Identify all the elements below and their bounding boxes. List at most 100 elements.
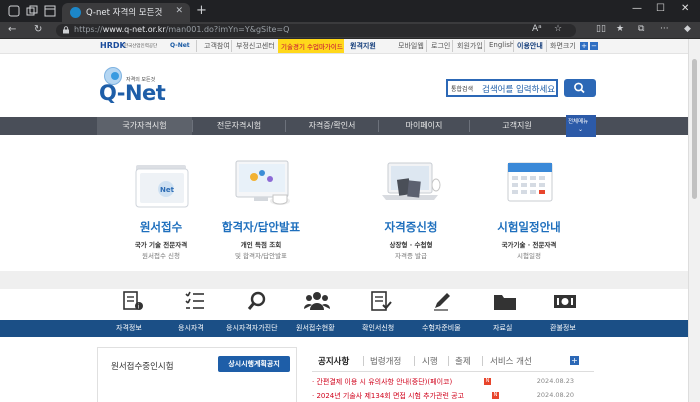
remote-support-link[interactable]: 원격지원 — [350, 41, 376, 51]
favorite-icon[interactable]: ☆ — [554, 24, 562, 34]
service-title: 합격자/답안발표 — [221, 220, 301, 234]
divider — [513, 40, 514, 52]
logo-globe-dot — [111, 72, 119, 80]
quick-menu-bar: 자격정보 응시자격 응시자격자가진단 원서접수현황 확인서신청 수험자준비물 자… — [0, 320, 688, 337]
quick-application-status[interactable]: 원서접수현황 — [296, 323, 335, 333]
customer-link[interactable]: 고객참여 — [204, 41, 230, 51]
divider — [312, 371, 594, 372]
service-desc: 및 합격자/답안발표 — [234, 252, 288, 260]
panel-title: 원서접수중인시험 — [111, 362, 174, 372]
read-aloud-icon[interactable]: Aᵃ — [532, 24, 542, 34]
gnb-certificate[interactable]: 자격증/확인서 — [286, 117, 378, 135]
signup-link[interactable]: 회원가입 — [457, 41, 483, 51]
qnet-favicon-icon — [70, 7, 81, 18]
section-divider — [0, 271, 688, 289]
scrollbar-thumb[interactable] — [692, 59, 697, 199]
browser-tab-bar: Q-net 자격의 모든것 ✕ + — ☐ ✕ — [0, 0, 700, 22]
divider — [482, 356, 483, 366]
notice-item[interactable]: · 간편결제 이용 시 유의사항 안내(중단)(페이코) N 2024.08.2… — [312, 377, 594, 389]
new-badge-icon: N — [484, 378, 491, 385]
notice-title: · 간편결제 이용 시 유의사항 안내(중단)(페이코) — [312, 378, 453, 386]
tab-notices[interactable]: 공지사항 — [318, 355, 349, 367]
tab-qnet[interactable]: Q-net 자격의 모든것 ✕ — [62, 3, 190, 22]
magnifier-icon[interactable] — [242, 289, 272, 313]
highlight-guide-label: 기술경기 수업마가이드 — [281, 43, 343, 51]
divider — [448, 356, 449, 366]
minimize-icon[interactable]: — — [632, 3, 642, 14]
logo-text: Q-Net — [99, 81, 166, 105]
mobile-web-link[interactable]: 모바일웹 — [398, 41, 424, 51]
search-placeholder: 검색어를 입력하세요 — [482, 85, 556, 95]
split-screen-icon[interactable]: ▯▯ — [596, 24, 606, 34]
refresh-icon[interactable]: ↻ — [34, 24, 42, 36]
document-info-icon[interactable]: i — [118, 289, 148, 313]
money-refund-icon[interactable] — [550, 289, 580, 313]
schedule-notice-button[interactable]: 상시시행계획공지 — [218, 356, 290, 372]
back-icon[interactable]: ← — [8, 24, 16, 36]
laptop-certificate-icon — [382, 162, 441, 200]
tab-close-icon[interactable]: ✕ — [175, 6, 183, 16]
report-center-link[interactable]: 부정신고센터 — [236, 41, 275, 51]
tab-actions-icon[interactable] — [44, 5, 56, 17]
service-schedule[interactable]: 시험일정안내 국가기술 · 전문자격 시험일정 — [464, 155, 594, 267]
favorites-list-icon[interactable]: ★ — [616, 24, 624, 34]
pencil-icon[interactable] — [426, 289, 456, 313]
gnb-mypage[interactable]: 마이페이지 — [379, 117, 469, 135]
all-menu-button[interactable]: 전체메뉴 ⌄ — [566, 115, 596, 137]
new-tab-icon[interactable]: + — [196, 4, 207, 17]
quick-archive[interactable]: 자료실 — [493, 323, 512, 333]
address-bar: ← ↻ https://www.q-net.or.kr/man001.do?im… — [0, 22, 700, 39]
url-field[interactable]: https://www.q-net.or.kr/man001.do?imYn=Y… — [56, 24, 576, 37]
notice-panel: 공지사항 법령개정 시행 출제 서비스 개선 + · 간편결제 이용 시 유의사… — [312, 347, 594, 402]
quick-refund[interactable]: 환불정보 — [550, 323, 576, 333]
page-scrollbar[interactable] — [688, 39, 700, 402]
document-check-icon[interactable] — [366, 289, 396, 313]
notice-item[interactable]: · 2024년 기술사 제134회 면접 시험 추가관련 공고 N 2024.0… — [312, 391, 594, 402]
collections-icon[interactable]: ⧉ — [638, 24, 644, 34]
people-group-icon[interactable] — [302, 289, 332, 313]
zoom-out-button[interactable]: − — [590, 42, 598, 50]
qnet-mini-logo[interactable]: Q-Net — [170, 42, 190, 49]
quick-confirmation[interactable]: 확인서신청 — [362, 323, 394, 333]
more-notices-button[interactable]: + — [570, 356, 579, 365]
monitor-results-icon — [235, 160, 290, 205]
service-certificate[interactable]: 자격증신청 상장형 · 수첩형 자격증 발급 — [346, 155, 476, 267]
gnb-support[interactable]: 고객지원 — [470, 117, 564, 135]
utility-bar: HRDK 한국산업인력공단 Q-Net 고객참여 부정신고센터 기술경기 수업마… — [0, 39, 688, 54]
quick-self-diagnosis[interactable]: 응시자격자가진단 — [226, 323, 278, 333]
service-results[interactable]: 합격자/답안발표 개인 득점 조회 및 합격자/답안발표 — [196, 155, 326, 267]
service-desc: 시험일정 — [517, 252, 541, 260]
more-icon[interactable]: ··· — [660, 24, 669, 34]
quick-supplies[interactable]: 수험자준비물 — [422, 323, 461, 333]
tab-service-improvement[interactable]: 서비스 개선 — [490, 355, 532, 367]
notice-date: 2024.08.23 — [536, 377, 574, 385]
gnb-professional-exam[interactable]: 전문자격시험 — [193, 117, 285, 135]
guide-link[interactable]: 이용안내 — [517, 41, 543, 51]
zoom-in-button[interactable]: + — [580, 42, 588, 50]
gnb-national-exam[interactable]: 국가자격시험 — [97, 117, 192, 135]
tab-law-revision[interactable]: 법령개정 — [370, 355, 401, 367]
tab-administration[interactable]: 시행 — [422, 355, 438, 367]
quick-qualification-info[interactable]: 자격정보 — [116, 323, 142, 333]
search-category-select[interactable]: 통합검색 — [451, 84, 473, 93]
checklist-icon[interactable] — [180, 289, 210, 313]
hrdk-logo[interactable]: HRDK — [100, 41, 126, 50]
highlight-guide-link[interactable]: 기술경기 수업마가이드 — [278, 39, 344, 53]
close-window-icon[interactable]: ✕ — [681, 3, 689, 14]
folder-icon[interactable] — [490, 289, 520, 313]
maximize-icon[interactable]: ☐ — [656, 3, 665, 14]
folder-application-icon: Net — [135, 165, 189, 208]
profile-icon[interactable] — [8, 5, 20, 17]
search-button[interactable] — [564, 79, 596, 97]
workspaces-icon[interactable] — [26, 5, 38, 17]
login-link[interactable]: 로그인 — [431, 41, 450, 51]
copilot-icon[interactable]: ◆ — [684, 24, 691, 34]
quick-eligibility[interactable]: 응시자격 — [178, 323, 204, 333]
tab-questions[interactable]: 출제 — [455, 355, 471, 367]
divider — [546, 40, 547, 52]
svg-text:Net: Net — [160, 186, 175, 194]
search-icon — [574, 82, 585, 94]
search-input[interactable]: 통합검색 검색어를 입력하세요 — [446, 79, 558, 97]
service-subtitle: 상장형 · 수첩형 — [389, 241, 433, 249]
english-link[interactable]: English — [489, 41, 514, 49]
